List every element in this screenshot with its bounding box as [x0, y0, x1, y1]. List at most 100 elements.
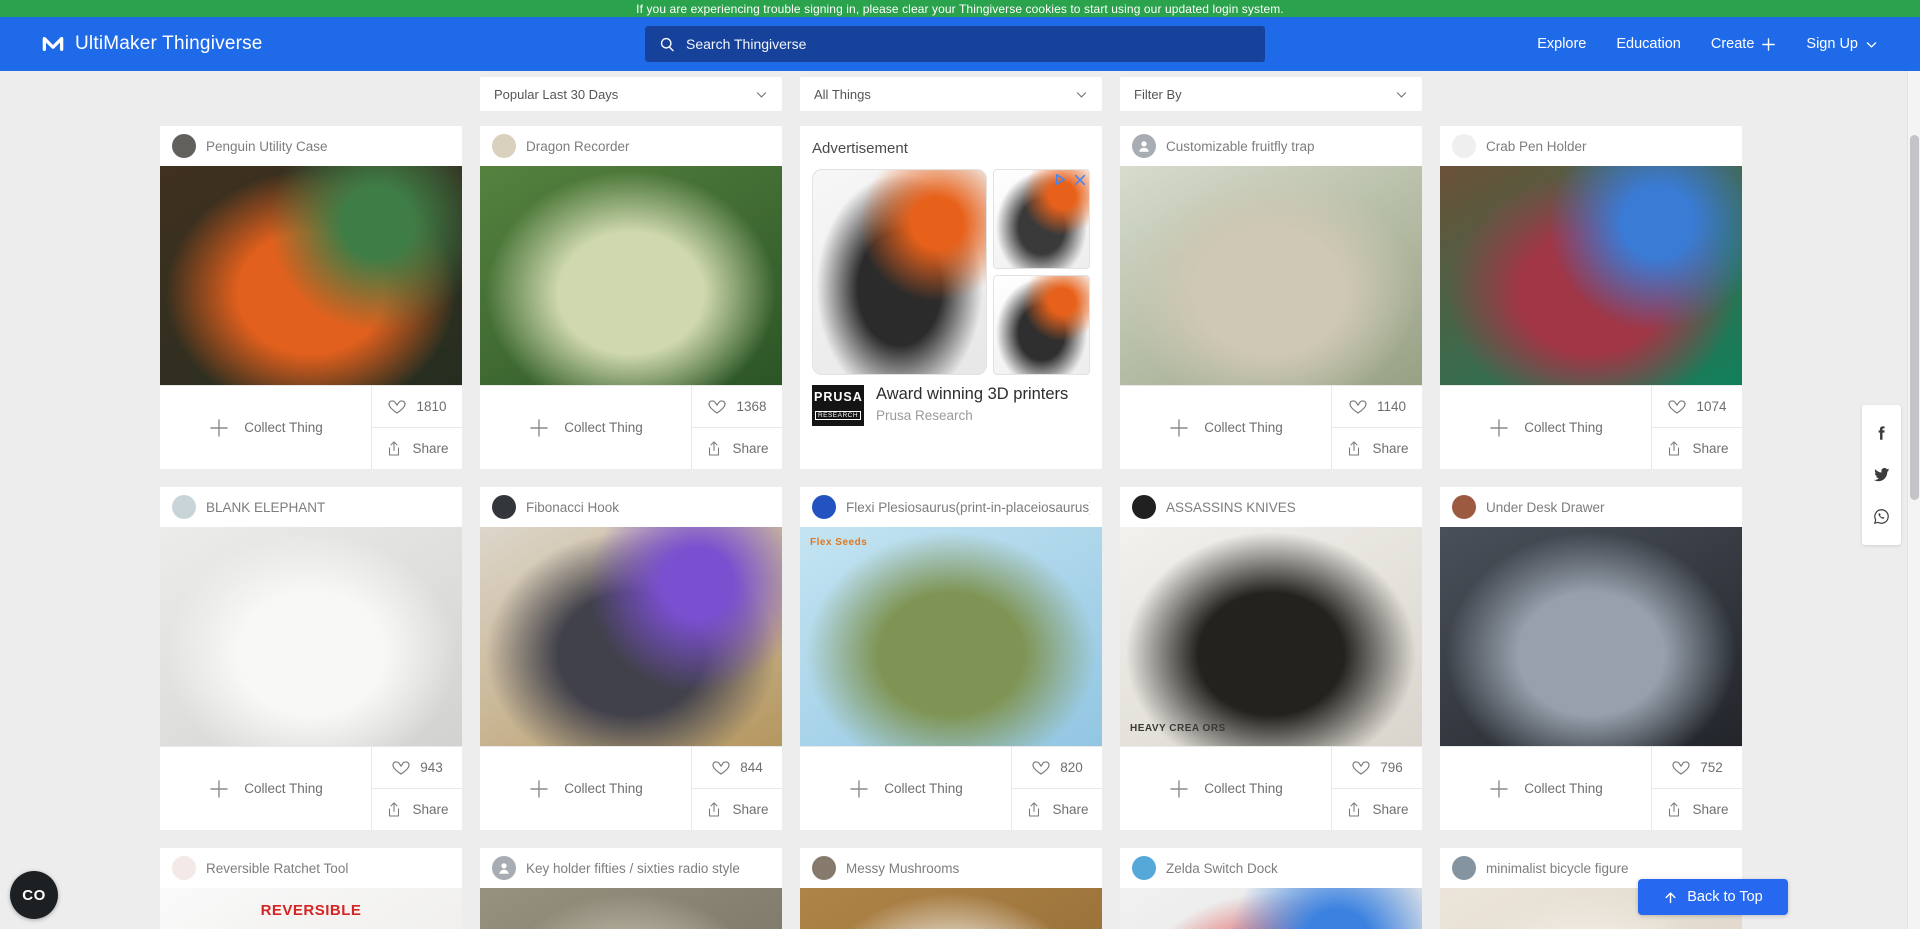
thing-title-link[interactable]: Fibonacci Hook	[526, 500, 619, 515]
thing-card: Penguin Utility Case Collect Thing 1810	[160, 126, 462, 469]
nav-education[interactable]: Education	[1616, 36, 1681, 52]
thing-image-link[interactable]	[480, 166, 782, 385]
heart-icon	[1667, 397, 1687, 417]
thing-image-link[interactable]	[1120, 888, 1422, 929]
share-button[interactable]: Share	[1332, 428, 1422, 469]
thing-card: Flexi Plesiosaurus(print-in-placeiosauru…	[800, 487, 1102, 830]
collect-thing-button[interactable]: Collect Thing	[480, 386, 691, 469]
collect-thing-button[interactable]: Collect Thing	[1440, 747, 1651, 830]
like-button[interactable]: 820	[1012, 747, 1102, 789]
creator-avatar[interactable]	[1452, 856, 1476, 880]
thing-title-link[interactable]: Penguin Utility Case	[206, 139, 328, 154]
twitter-icon[interactable]	[1872, 465, 1891, 484]
collect-thing-button[interactable]: Collect Thing	[480, 747, 691, 830]
ad-thumb-image-2[interactable]	[993, 275, 1090, 375]
thing-title-link[interactable]: ASSASSINS KNIVES	[1166, 500, 1296, 515]
share-button[interactable]: Share	[1332, 789, 1422, 830]
thing-image-link[interactable]	[1120, 166, 1422, 385]
share-label: Share	[732, 441, 768, 456]
thing-image-link[interactable]	[160, 527, 462, 746]
like-button[interactable]: 752	[1652, 747, 1742, 789]
creator-avatar[interactable]	[172, 495, 196, 519]
nav-sign-up[interactable]: Sign Up	[1806, 36, 1878, 52]
creator-avatar[interactable]	[1452, 134, 1476, 158]
collect-thing-button[interactable]: Collect Thing	[1120, 386, 1331, 469]
thing-title-link[interactable]: Reversible Ratchet Tool	[206, 861, 348, 876]
creator-avatar[interactable]	[172, 134, 196, 158]
collect-thing-button[interactable]: Collect Thing	[1440, 386, 1651, 469]
thing-title-link[interactable]: Crab Pen Holder	[1486, 139, 1587, 154]
thing-image-link[interactable]	[160, 166, 462, 385]
adchoices-icon[interactable]	[1053, 172, 1068, 187]
creator-avatar[interactable]	[1132, 856, 1156, 880]
like-button[interactable]: 1368	[692, 386, 782, 428]
thing-title-link[interactable]: Customizable fruitfly trap	[1166, 139, 1315, 154]
brand-logo-link[interactable]: UltiMaker Thingiverse	[40, 31, 263, 57]
thing-title-link[interactable]: Under Desk Drawer	[1486, 500, 1605, 515]
share-button[interactable]: Share	[1652, 428, 1742, 469]
creator-avatar[interactable]	[492, 495, 516, 519]
thing-image-link[interactable]	[800, 888, 1102, 929]
collect-thing-button[interactable]: Collect Thing	[1120, 747, 1331, 830]
thing-title-link[interactable]: Key holder fifties / sixties radio style	[526, 861, 740, 876]
thing-image-link[interactable]: HEAVY CREA ORS	[1120, 527, 1422, 746]
thing-image-link[interactable]	[1440, 527, 1742, 746]
creator-avatar[interactable]	[812, 856, 836, 880]
creator-avatar[interactable]	[1132, 495, 1156, 519]
nav-explore[interactable]: Explore	[1537, 36, 1586, 52]
share-button[interactable]: Share	[1012, 789, 1102, 830]
share-button[interactable]: Share	[692, 428, 782, 469]
ad-main-image[interactable]	[812, 169, 987, 375]
thing-image-link[interactable]: Flex Seeds	[800, 527, 1102, 746]
share-button[interactable]: Share	[692, 789, 782, 830]
share-button[interactable]: Share	[1652, 789, 1742, 830]
creator-avatar[interactable]	[492, 134, 516, 158]
like-button[interactable]: 943	[372, 747, 462, 789]
plus-icon	[208, 778, 230, 800]
search-input[interactable]	[686, 36, 1251, 52]
thing-image-link[interactable]	[480, 888, 782, 929]
category-dropdown[interactable]: All Things	[800, 77, 1102, 111]
creator-avatar[interactable]	[812, 495, 836, 519]
collect-thing-button[interactable]: Collect Thing	[160, 386, 371, 469]
share-button[interactable]: Share	[372, 789, 462, 830]
ad-info[interactable]: PRUSA RESEARCH Award winning 3D printers…	[812, 385, 1090, 426]
nav-create[interactable]: Create	[1711, 36, 1777, 52]
filter-by-dropdown[interactable]: Filter By	[1120, 77, 1422, 111]
collect-label: Collect Thing	[244, 781, 323, 796]
share-button[interactable]: Share	[372, 428, 462, 469]
sort-dropdown[interactable]: Popular Last 30 Days	[480, 77, 782, 111]
like-button[interactable]: 844	[692, 747, 782, 789]
close-icon[interactable]	[1073, 173, 1087, 187]
thing-image-link[interactable]	[480, 527, 782, 746]
back-to-top-button[interactable]: Back to Top	[1638, 879, 1788, 915]
cookie-settings-button[interactable]: CO	[10, 871, 58, 919]
creator-avatar[interactable]	[1132, 134, 1156, 158]
like-button[interactable]: 1810	[372, 386, 462, 428]
thing-card: ASSASSINS KNIVES HEAVY CREA ORS Collect …	[1120, 487, 1422, 830]
facebook-icon[interactable]	[1873, 424, 1891, 442]
collect-thing-button[interactable]: Collect Thing	[160, 747, 371, 830]
thing-card-footer: Collect Thing 820 Share	[800, 746, 1102, 830]
thing-title-link[interactable]: Dragon Recorder	[526, 139, 630, 154]
thing-image-link[interactable]: REVERSIBLE	[160, 888, 462, 929]
creator-avatar[interactable]	[172, 856, 196, 880]
thing-image-link[interactable]	[1440, 166, 1742, 385]
thing-title-link[interactable]: Flexi Plesiosaurus(print-in-placeiosauru…	[846, 500, 1090, 515]
thing-title-link[interactable]: Messy Mushrooms	[846, 861, 959, 876]
thing-title-link[interactable]: BLANK ELEPHANT	[206, 500, 325, 515]
scrollbar-thumb[interactable]	[1910, 135, 1919, 500]
like-button[interactable]: 796	[1332, 747, 1422, 789]
ad-unit	[812, 169, 1090, 375]
page-scrollbar[interactable]	[1907, 71, 1920, 929]
like-button[interactable]: 1074	[1652, 386, 1742, 428]
thing-title-link[interactable]: Zelda Switch Dock	[1166, 861, 1278, 876]
like-button[interactable]: 1140	[1332, 386, 1422, 428]
thing-title-link[interactable]: minimalist bicycle figure	[1486, 861, 1629, 876]
creator-avatar[interactable]	[492, 856, 516, 880]
creator-avatar[interactable]	[1452, 495, 1476, 519]
thing-card: Dragon Recorder Collect Thing 1368	[480, 126, 782, 469]
advertisement-card: Advertisement PRUSA RESEARCH	[800, 126, 1102, 469]
collect-thing-button[interactable]: Collect Thing	[800, 747, 1011, 830]
whatsapp-icon[interactable]	[1872, 507, 1891, 526]
